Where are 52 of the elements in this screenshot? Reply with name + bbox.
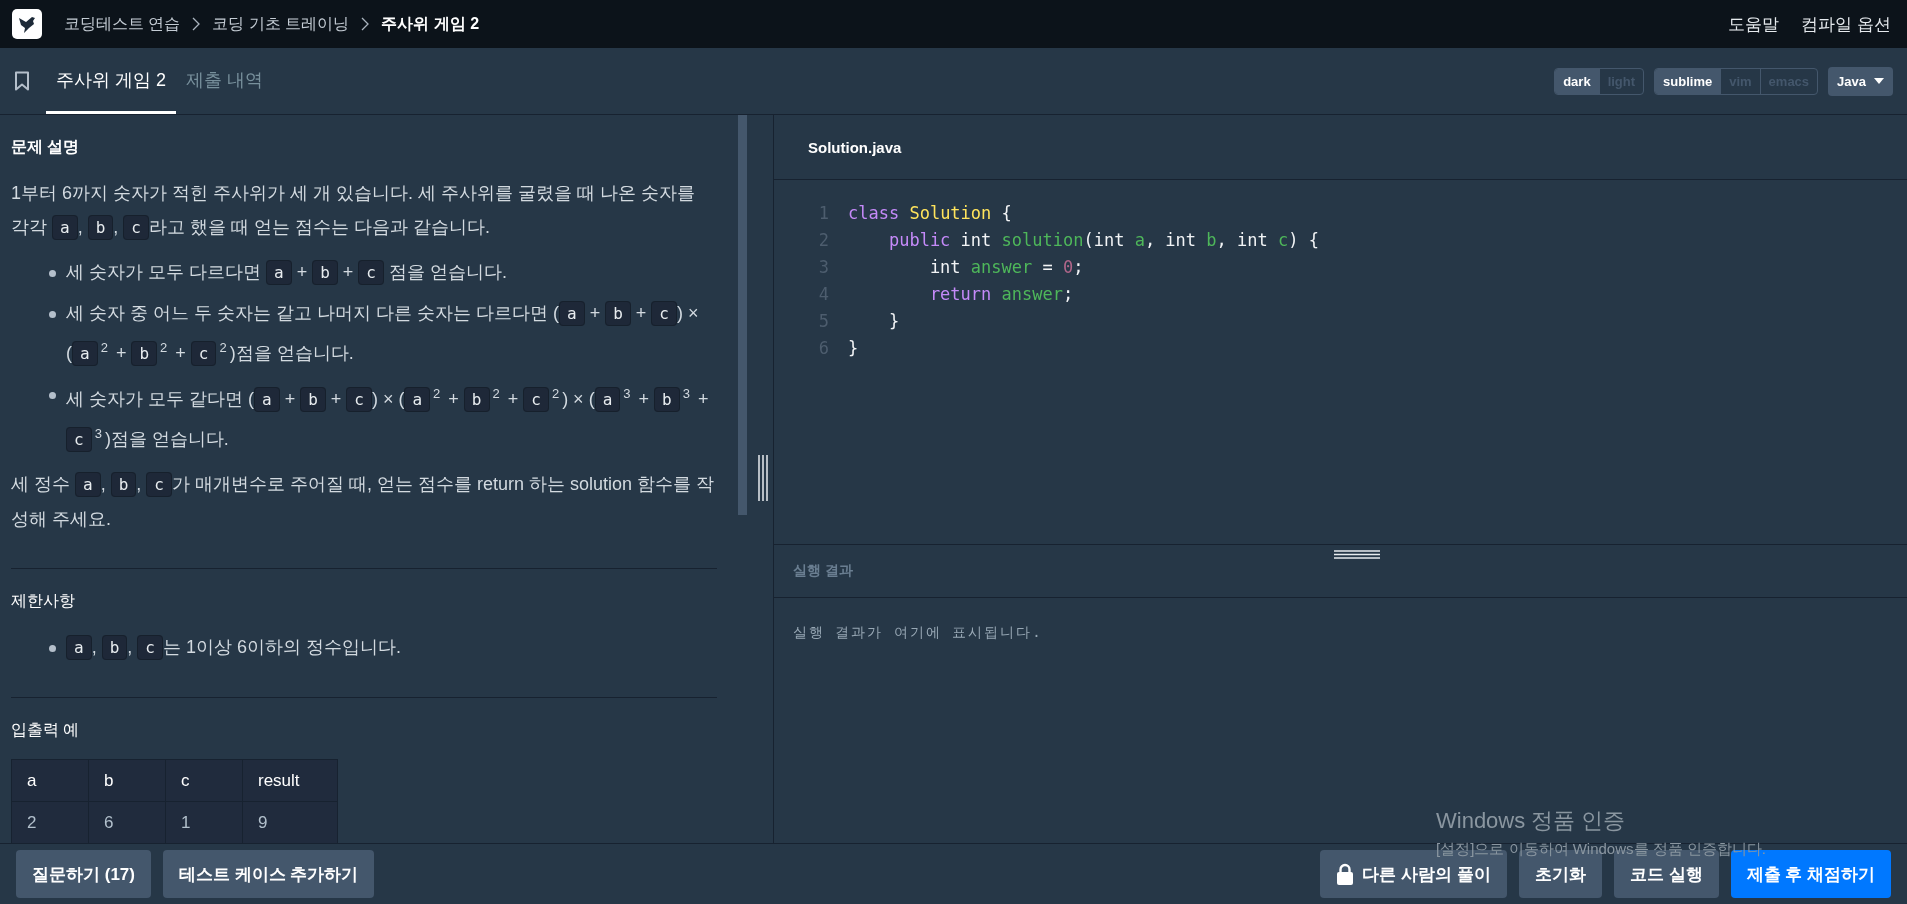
list-item-text: 세 숫자가 모두 다르다면 a + b + c 점을 얻습니다.: [66, 255, 507, 290]
code-line: return answer;: [928, 283, 1075, 306]
caret-icon: [1874, 78, 1884, 84]
code-line: }: [848, 337, 860, 360]
theme-toggle[interactable]: dark: [1555, 68, 1599, 94]
table-header-cell: c: [165, 759, 243, 802]
table-cell: 2: [11, 801, 89, 843]
bullet-icon: [49, 392, 56, 399]
breadcrumb-link[interactable]: 코딩테스트 연습: [64, 13, 181, 35]
code-line: public int solution(int a, int b, int c) {: [887, 229, 1319, 252]
section-title: 문제 설명: [11, 137, 81, 157]
tab[interactable]: 주사위 게임 2: [46, 48, 176, 114]
result-title: 실행 결과: [793, 562, 853, 580]
breadcrumb-link[interactable]: 코딩 기초 트레이닝: [212, 13, 350, 35]
header-link[interactable]: 컴파일 옵션: [1801, 12, 1891, 36]
result-output-field: 실행 결과가 여기에 표시됩니다.: [793, 624, 1043, 642]
table-header-cell: result: [242, 759, 338, 802]
header-link[interactable]: 도움말: [1728, 12, 1780, 36]
tab[interactable]: 제출 내역: [176, 48, 274, 114]
keymap-toggle[interactable]: sublime: [1655, 68, 1721, 94]
file-name: Solution.java: [808, 138, 902, 156]
bullet-icon: [49, 311, 56, 318]
resize-handle-icon[interactable]: [1334, 550, 1380, 559]
description-text: 1부터 6까지 숫자가 적힌 주사위가 세 개 있습니다. 세 주사위를 굴렸을 때 나온 숫자를 각각 a , b , c 라고 했을 때 얻는 점수는 다음과 같습니다.: [11, 176, 717, 245]
list-item-text: a , b , c 는 1이상 6이하의 정수입니다.: [66, 630, 401, 665]
language-dropdown[interactable]: Java: [1828, 66, 1893, 96]
activation-title: Windows 정품 인증: [1436, 807, 1627, 835]
table-header-cell: a: [11, 759, 89, 802]
code-line: int answer = 0;: [928, 256, 1085, 279]
footer-button[interactable]: 테스트 케이스 추가하기: [162, 850, 375, 898]
table-cell: 1: [165, 801, 243, 843]
chevron-right-icon: [192, 17, 201, 31]
section-title: 제한사항: [11, 591, 76, 611]
bookmark-icon[interactable]: [14, 71, 30, 91]
lock-icon: [1336, 863, 1355, 885]
footer-button[interactable]: 질문하기 (17): [16, 850, 151, 898]
logo-icon[interactable]: [12, 9, 42, 39]
list-item-text: 세 숫자 중 어느 두 숫자는 같고 나머지 다른 숫자는 다르다면 ( a + b + c ) × ( a $^{2}$ + b $^{2}$ + c $^{2}$ )점을 얻습니다.: [66, 296, 717, 371]
chevron-right-icon: [361, 17, 370, 31]
bullet-icon: [49, 270, 56, 277]
resize-handle-icon[interactable]: [757, 455, 769, 501]
code-line: }: [887, 310, 901, 333]
scrollbar-thumb[interactable]: [738, 115, 747, 515]
description-text: 세 정수 a , b , c 가 매개변수로 주어질 때, 얻는 점수를 return 하는 solution 함수를 작성해 주세요.: [11, 471, 716, 531]
code-line: class Solution {: [848, 202, 1013, 225]
bullet-icon: [49, 645, 56, 652]
table-cell: 9: [242, 801, 338, 843]
list-item-text: 세 숫자가 모두 같다면 ( a + b + c ) × ( a $^{2}$ + b $^{2}$ + c $^{2}$ ) × ( a $^{3}$ + b $^{3}$ + c $^{3}$ )점을 얻습니다.: [66, 377, 717, 457]
breadcrumb-link[interactable]: 주사위 게임 2: [381, 13, 480, 35]
table-cell: 6: [88, 801, 166, 843]
table-header-cell: b: [88, 759, 166, 802]
section-title: 입출력 예: [11, 720, 81, 740]
